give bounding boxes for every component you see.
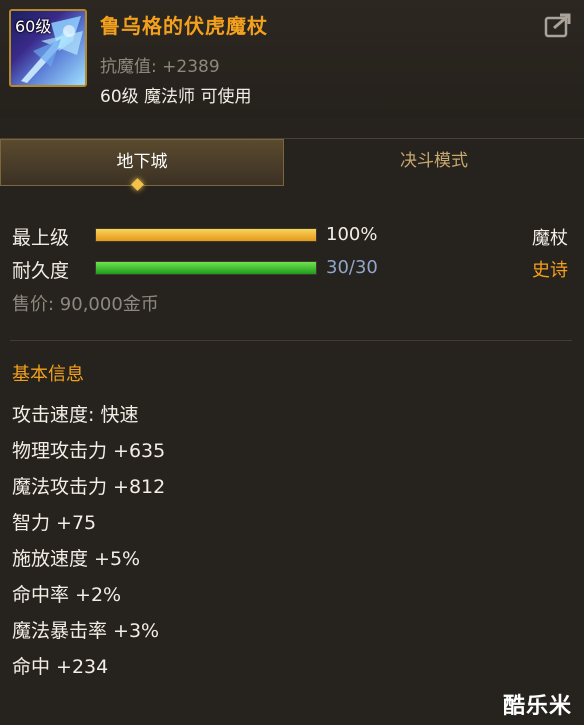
item-header: 60级 鲁乌格的伏虎魔杖 抗魔值: +2389 60级 魔法师 可使用: [0, 0, 584, 118]
attribute-line: 施放速度 +5%: [12, 548, 141, 570]
item-level-badge: 60级: [15, 17, 52, 36]
upgrade-label: 最上级: [12, 227, 70, 249]
durability-bar: [95, 261, 317, 275]
item-icon-frame[interactable]: 60级: [9, 9, 87, 87]
section-divider: [10, 340, 572, 341]
rarity-label: 史诗: [532, 260, 568, 281]
attribute-line: 物理攻击力 +635: [12, 440, 166, 462]
attribute-line: 命中率 +2%: [12, 584, 122, 606]
attribute-line: 魔法攻击力 +812: [12, 476, 166, 498]
durability-label: 耐久度: [12, 260, 70, 282]
tab-duel-mode[interactable]: 决斗模式: [284, 139, 584, 186]
attribute-line: 智力 +75: [12, 512, 97, 534]
mode-tabs: 地下城 决斗模式: [0, 138, 584, 187]
watermark: 酷乐米: [502, 694, 572, 719]
upgrade-bar-fill: [96, 229, 316, 241]
attribute-line: 攻击速度: 快速: [12, 404, 139, 426]
weapon-type: 魔杖: [532, 228, 568, 249]
attribute-line: 魔法暴击率 +3%: [12, 620, 160, 642]
attribute-line: 命中 +234: [12, 656, 109, 678]
upgrade-bar: [95, 228, 317, 242]
sell-price: 售价: 90,000金币: [12, 294, 159, 315]
item-name: 鲁乌格的伏虎魔杖: [100, 14, 268, 38]
tab-dungeon[interactable]: 地下城: [0, 139, 284, 186]
section-title: 基本信息: [12, 364, 84, 385]
durability-value: 30/30: [326, 257, 378, 278]
magic-resist-value: 抗魔值: +2389: [100, 57, 220, 77]
share-icon[interactable]: [544, 12, 572, 38]
durability-bar-fill: [96, 262, 316, 274]
upgrade-value: 100%: [326, 224, 378, 245]
usage-requirement: 60级 魔法师 可使用: [100, 87, 252, 107]
